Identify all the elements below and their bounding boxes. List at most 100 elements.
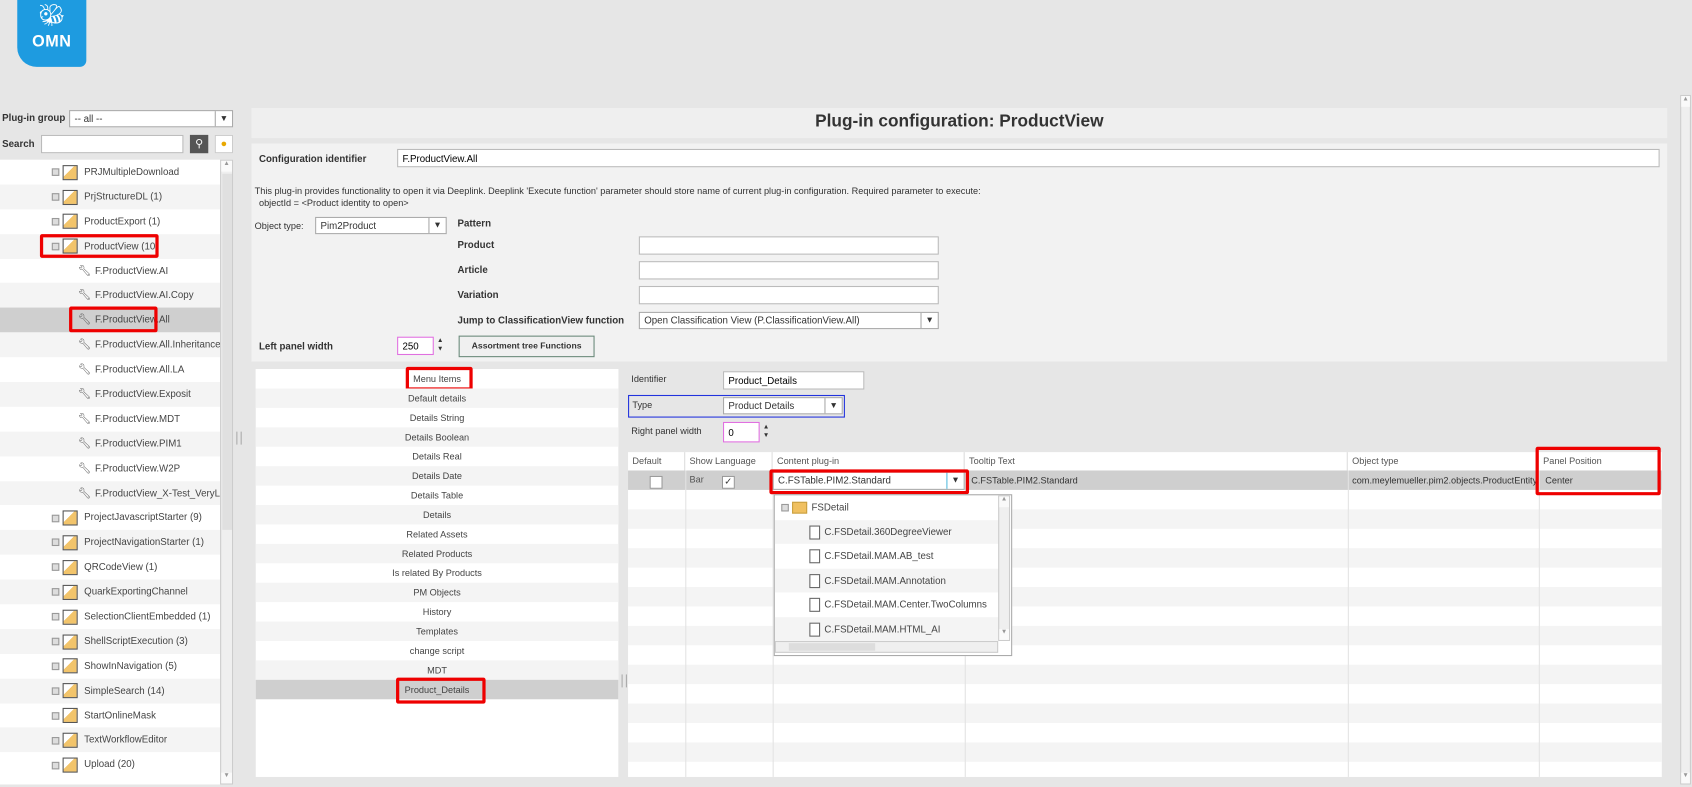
menu-item[interactable]: Templates xyxy=(255,621,619,641)
expand-toggle-icon[interactable] xyxy=(51,168,60,177)
expand-toggle-icon[interactable] xyxy=(51,514,60,522)
tree-item[interactable]: 🔧︎ F.ProductView.W2P xyxy=(0,456,220,481)
menu-item[interactable]: Details Real xyxy=(256,447,619,466)
dropdown-vscroll[interactable]: ▲ ▼ xyxy=(998,495,1011,641)
hint-button[interactable]: ● xyxy=(214,134,234,154)
menu-item[interactable]: Related Assets xyxy=(256,524,619,543)
menu-item[interactable]: History xyxy=(256,602,619,621)
menu-item[interactable]: Is related By Products xyxy=(256,563,619,582)
scroll-up-icon[interactable]: ▲ xyxy=(1681,96,1690,107)
dropdown-option[interactable]: C.FSDetail.MAM.Annotation xyxy=(774,568,999,593)
tree-item[interactable]: 🔧︎ F.ProductView.All.LA xyxy=(0,357,220,382)
wrench-icon: 🔧︎ xyxy=(77,339,92,351)
config-id-input[interactable] xyxy=(397,148,1660,168)
variation-pattern-input[interactable] xyxy=(638,285,939,305)
right-width-stepper[interactable]: ▲ ▼ xyxy=(763,423,769,440)
expand-toggle-icon[interactable] xyxy=(51,217,60,226)
menu-item-label: History xyxy=(422,606,452,618)
tree-scrollbar[interactable]: ▲ ▼ xyxy=(220,159,234,785)
tree-item[interactable]: 🔧︎ F.ProductView.All.Inheritance xyxy=(0,332,221,358)
search-button[interactable]: ⚲ xyxy=(189,134,209,154)
menu-item[interactable]: Default details xyxy=(255,388,619,408)
menu-item[interactable]: Related Products xyxy=(255,543,619,564)
scroll-down-icon[interactable]: ▼ xyxy=(221,772,233,784)
menu-item[interactable]: Details xyxy=(255,505,619,525)
expand-toggle-icon[interactable] xyxy=(51,613,60,621)
tree-item[interactable]: 🔧︎ F.ProductView.AI.Copy xyxy=(0,283,221,308)
column-header-content-plugin[interactable]: Content plug-in xyxy=(773,452,965,471)
expand-toggle-icon[interactable] xyxy=(51,711,60,720)
column-header-default[interactable]: Default xyxy=(628,452,686,471)
expand-toggle-icon[interactable] xyxy=(51,538,60,547)
tree-item[interactable]: 🔧︎ F.ProductView.Exposit xyxy=(0,382,221,407)
tree-item[interactable]: 🔧︎ F.ProductView.All xyxy=(0,306,221,333)
expand-toggle-icon[interactable] xyxy=(51,687,60,695)
show-language-bar-checkbox[interactable]: ✓ xyxy=(721,475,735,489)
expand-toggle-icon[interactable] xyxy=(51,193,60,201)
tree-item[interactable]: ShowInNavigation (5) xyxy=(0,654,220,679)
tree-item[interactable]: 🔧︎ F.ProductView.MDT xyxy=(0,407,220,432)
menu-item[interactable]: PM Objects xyxy=(255,582,619,603)
assortment-tree-functions-button[interactable]: Assortment tree Functions xyxy=(458,335,595,358)
scroll-up-icon[interactable]: ▲ xyxy=(221,160,233,172)
tree-item[interactable]: ShellScriptExecution (3) xyxy=(0,629,221,654)
plugin-group-select[interactable]: -- all -- ▼ xyxy=(69,110,234,128)
tree-item[interactable]: 🔧︎ F.ProductView.PIM1 xyxy=(0,431,221,457)
menu-item[interactable]: Details String xyxy=(256,408,619,427)
expand-toggle-icon[interactable] xyxy=(51,637,60,646)
default-checkbox[interactable] xyxy=(649,475,663,489)
column-header-tooltip[interactable]: Tooltip Text xyxy=(965,452,1348,471)
tree-item[interactable]: ProductExport (1) xyxy=(0,209,220,234)
menu-item[interactable]: Details Table xyxy=(256,486,619,505)
product-pattern-input[interactable] xyxy=(638,236,939,255)
tree-item[interactable]: SelectionClientEmbedded (1) xyxy=(0,604,220,629)
tree-item[interactable]: TextWorkflowEditor xyxy=(0,727,221,753)
tree-item[interactable]: StartOnlineMask xyxy=(0,703,220,728)
tree-item[interactable]: ProjectJavascriptStarter (9) xyxy=(0,506,220,531)
splitter-handle[interactable] xyxy=(621,674,627,688)
tree-item-label: SimpleSearch (14) xyxy=(84,684,165,696)
tree-item[interactable]: SimpleSearch (14) xyxy=(0,678,221,704)
article-pattern-input[interactable] xyxy=(638,261,939,280)
search-input[interactable] xyxy=(41,134,184,154)
column-header-show-language-bar[interactable]: Show Language Bar xyxy=(685,452,773,485)
expand-toggle-icon[interactable] xyxy=(51,736,60,745)
type-select[interactable]: Product Details ▼ xyxy=(722,397,843,415)
left-width-stepper[interactable]: ▲ ▼ xyxy=(437,337,443,354)
menu-item[interactable]: Details Date xyxy=(255,466,619,486)
dropdown-option[interactable]: C.FSDetail.360DegreeViewer xyxy=(774,519,999,544)
menu-item[interactable]: change script xyxy=(256,641,619,660)
collapse-toggle-icon[interactable] xyxy=(781,504,789,512)
expand-toggle-icon[interactable] xyxy=(51,588,60,596)
left-width-input[interactable] xyxy=(397,336,434,356)
dropdown-option[interactable]: C.FSDetail.MAM.AB_test xyxy=(775,544,998,568)
menu-item[interactable]: Details Boolean xyxy=(255,427,619,447)
page-scrollbar[interactable]: ▲ ▼ xyxy=(1680,94,1691,785)
expand-toggle-icon[interactable] xyxy=(51,662,60,671)
object-type-select[interactable]: Pim2Product ▼ xyxy=(315,216,447,235)
tree-item[interactable]: PRJMultipleDownload xyxy=(0,160,220,185)
dropdown-hscroll[interactable] xyxy=(774,640,999,653)
column-header-object-type[interactable]: Object type xyxy=(1348,452,1539,471)
dropdown-option[interactable]: C.FSDetail.MAM.Center.TwoColumns xyxy=(775,592,998,616)
tree-item[interactable]: Upload (20) xyxy=(0,753,220,778)
dropdown-folder[interactable]: FSDetail xyxy=(775,495,998,519)
expand-toggle-icon[interactable] xyxy=(51,563,60,572)
menu-item[interactable]: Product_Details xyxy=(255,677,619,704)
tree-item[interactable]: QRCodeView (1) xyxy=(0,555,220,580)
tree-item[interactable]: 🔧︎ F.ProductView_X-Test_VeryLor xyxy=(0,480,221,506)
scroll-thumb[interactable] xyxy=(222,173,233,530)
identifier-input[interactable] xyxy=(722,371,865,390)
scroll-down-icon[interactable]: ▼ xyxy=(1681,772,1690,784)
jump-select[interactable]: Open Classification View (P.Classificati… xyxy=(638,311,939,330)
tree-item[interactable]: ProductView (10) xyxy=(0,233,221,259)
tree-item[interactable]: QuarkExportingChannel xyxy=(0,579,221,605)
tree-item[interactable]: ProjectNavigationStarter (1) xyxy=(0,530,221,555)
tree-item[interactable]: 🔧︎ F.ProductView.AI xyxy=(0,259,220,284)
omn-logo[interactable]: 🐝︎ OMN xyxy=(17,0,87,67)
splitter-handle[interactable] xyxy=(236,431,242,445)
right-width-input[interactable] xyxy=(722,421,760,443)
expand-toggle-icon[interactable] xyxy=(51,761,60,769)
dropdown-option[interactable]: C.FSDetail.MAM.HTML_AI xyxy=(774,616,999,641)
tree-item[interactable]: PrjStructureDL (1) xyxy=(0,184,221,210)
